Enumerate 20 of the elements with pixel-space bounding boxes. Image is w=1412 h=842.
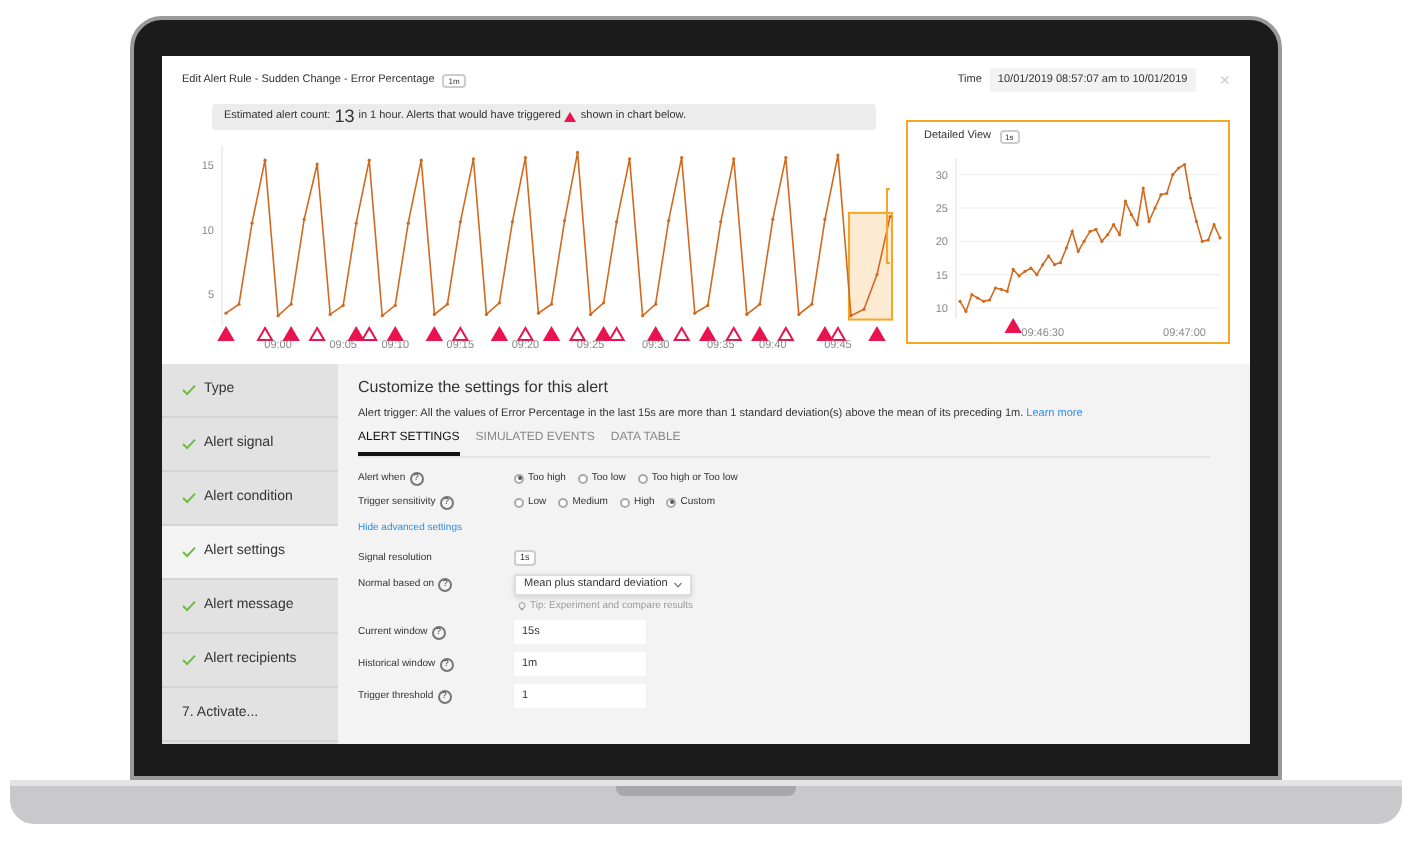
alert-triangle-icon <box>564 112 577 122</box>
data-point <box>523 155 528 160</box>
radio-button[interactable] <box>666 497 677 508</box>
radio-button[interactable] <box>514 473 524 484</box>
data-point <box>575 150 580 155</box>
check-icon <box>182 384 196 396</box>
check-icon <box>182 438 196 450</box>
lightbulb-icon <box>518 602 526 613</box>
alert-count: 13 <box>334 108 355 126</box>
settings-heading: Customize the settings for this alert <box>358 376 610 400</box>
radio-button[interactable] <box>558 497 569 508</box>
radio-button[interactable] <box>619 497 630 508</box>
radio-button[interactable] <box>577 473 588 484</box>
radio-button[interactable] <box>637 473 648 484</box>
check-icon <box>182 492 196 504</box>
radio-button[interactable] <box>514 497 524 508</box>
check-icon <box>182 654 196 666</box>
check-icon <box>182 600 196 612</box>
caret-icon <box>673 581 682 588</box>
check-icon <box>182 546 196 558</box>
